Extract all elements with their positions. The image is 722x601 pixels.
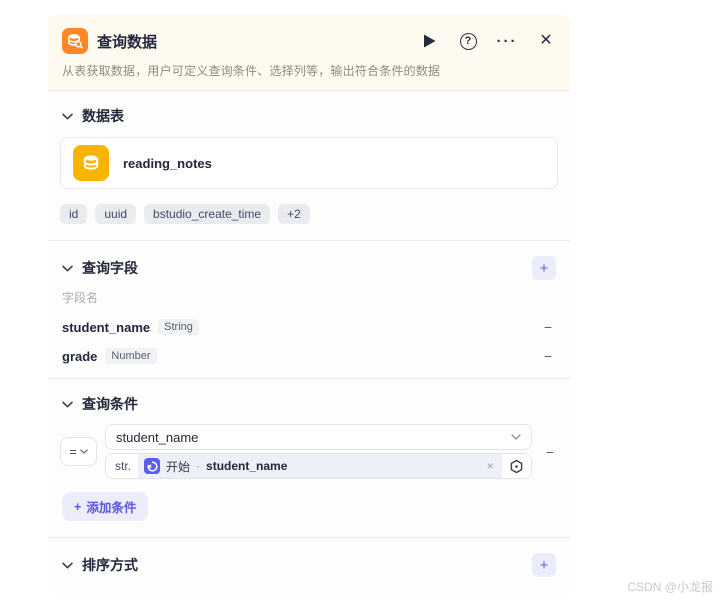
value-settings-button[interactable]: [501, 454, 531, 478]
table-name: reading_notes: [123, 155, 212, 171]
more-columns-chip[interactable]: +2: [278, 204, 310, 224]
chevron-down-icon: [62, 400, 73, 408]
reference-separator: ·: [196, 459, 201, 473]
operator-value: =: [69, 444, 77, 459]
query-fields-section-header[interactable]: 查询字段 +: [60, 241, 558, 280]
run-button[interactable]: [419, 31, 439, 51]
condition-field-value: student_name: [116, 429, 199, 445]
clear-value-icon[interactable]: ×: [487, 459, 494, 473]
add-sort-button[interactable]: +: [532, 553, 556, 577]
query-data-node-icon: [62, 28, 88, 54]
condition-value-input[interactable]: str. 开始 · student_name ×: [105, 453, 532, 479]
start-node-icon: [144, 458, 161, 474]
add-condition-button[interactable]: + 添加条件: [62, 492, 149, 521]
remove-field-button[interactable]: −: [540, 349, 556, 363]
sort-section-header[interactable]: 排序方式 +: [60, 538, 558, 577]
section-label: 查询条件: [82, 396, 138, 412]
add-condition-label: 添加条件: [86, 501, 137, 515]
column-chip: bstudio_create_time: [144, 204, 271, 224]
field-name-column-header: 字段名: [62, 291, 99, 305]
play-icon: [423, 34, 435, 48]
reference-source: 开始: [166, 459, 191, 474]
section-label: 查询字段: [82, 260, 138, 276]
condition-row: = student_name str. 开始 · student_name × …: [60, 424, 558, 479]
data-table-section-header[interactable]: 数据表: [60, 91, 558, 126]
panel-header: 查询数据 ? ··· ✕ 从表获取数据，用户可定义查询条件、选择列等，输出符合条: [48, 15, 570, 90]
column-chip: uuid: [95, 204, 137, 224]
chevron-down-icon: [79, 449, 88, 454]
field-type-badge: String: [158, 319, 199, 335]
reference-field: student_name: [206, 459, 288, 473]
chevron-down-icon: [62, 112, 73, 120]
selected-table-card[interactable]: reading_notes: [60, 137, 558, 189]
chevron-down-icon: [511, 434, 521, 440]
table-columns-chips: id uuid bstudio_create_time +2: [60, 204, 558, 224]
section-label: 数据表: [82, 108, 124, 124]
close-button[interactable]: ✕: [536, 31, 556, 51]
sort-section: 排序方式 +: [48, 538, 570, 594]
section-label: 排序方式: [82, 557, 138, 573]
field-name: student_name: [62, 319, 151, 335]
database-search-icon: [67, 34, 83, 49]
field-type-badge: Number: [105, 348, 157, 364]
condition-field-select[interactable]: student_name: [105, 424, 532, 450]
field-name: grade: [62, 348, 98, 364]
table-database-icon: [73, 145, 109, 181]
watermark: CSDN @小龙报: [627, 580, 713, 594]
operator-select[interactable]: =: [60, 437, 97, 466]
query-conditions-section-header[interactable]: 查询条件: [60, 379, 558, 414]
page-title: 查询数据: [97, 33, 158, 51]
value-type-prefix: str.: [106, 454, 139, 478]
column-chip: id: [60, 204, 88, 224]
plus-icon: +: [74, 499, 82, 514]
close-icon: ✕: [539, 32, 553, 49]
query-data-node-panel: 查询数据 ? ··· ✕ 从表获取数据，用户可定义查询条件、选择列等，输出符合条: [48, 15, 570, 594]
query-conditions-section: 查询条件 = student_name str. 开始 · student_na…: [48, 379, 570, 537]
field-row: student_name String −: [62, 319, 556, 335]
data-table-section: 数据表 reading_notes id uuid bstudio_create…: [48, 91, 570, 224]
nut-settings-icon: [510, 459, 523, 473]
variable-reference-token[interactable]: 开始 · student_name ×: [138, 454, 502, 478]
ellipsis-icon: ···: [496, 32, 518, 50]
more-options-button[interactable]: ···: [497, 31, 517, 51]
add-field-button[interactable]: +: [532, 256, 556, 280]
chevron-down-icon: [62, 264, 73, 272]
query-fields-section: 查询字段 + 字段名 student_name String − grade N…: [48, 241, 570, 364]
remove-field-button[interactable]: −: [540, 320, 556, 334]
help-icon: ?: [459, 32, 477, 50]
chevron-down-icon: [62, 561, 73, 569]
remove-condition-button[interactable]: −: [542, 445, 558, 459]
node-description: 从表获取数据，用户可定义查询条件、选择列等，输出符合条件的数据: [62, 64, 441, 78]
help-button[interactable]: ?: [458, 31, 478, 51]
field-row: grade Number −: [62, 348, 556, 364]
